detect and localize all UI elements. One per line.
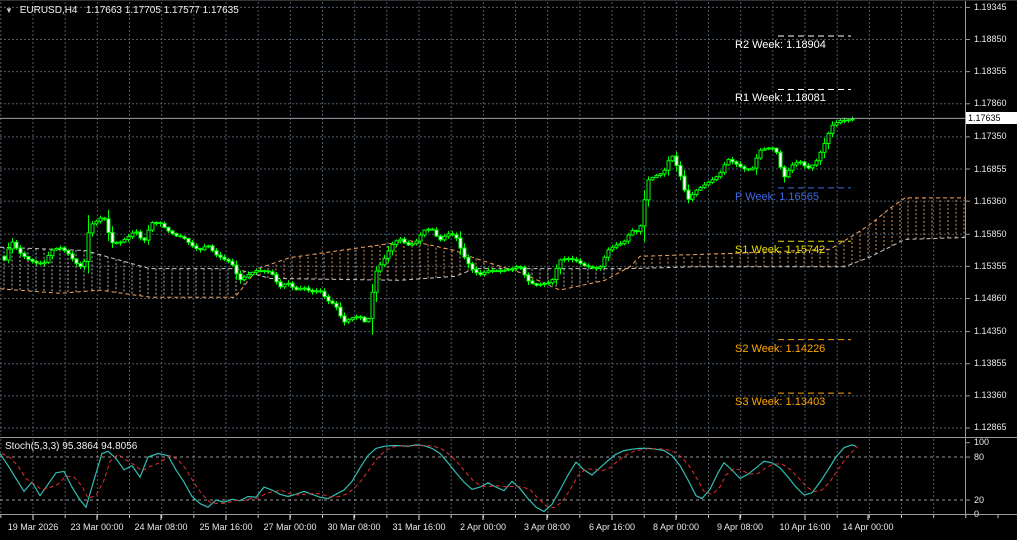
current-price-tag: 1.17635	[966, 112, 1017, 124]
price-axis-label[interactable]: 1.13360	[974, 390, 1007, 401]
pivot-lines	[778, 35, 851, 394]
stoch-main-line	[0, 444, 857, 513]
pivot-label: S3 Week: 1.13403	[735, 396, 826, 409]
stoch-axis-label: 100	[974, 437, 990, 448]
grid	[0, 2, 963, 513]
chart-canvas[interactable]	[0, 1, 1017, 540]
candlesticks	[2, 116, 855, 335]
stochastic-panel[interactable]	[0, 444, 963, 513]
price-axis-label[interactable]: 1.15850	[974, 229, 1007, 240]
pivot-label: P Week: 1.16565	[735, 190, 819, 203]
chart-frame	[0, 1, 1017, 520]
time-axis-label[interactable]: 14 Apr 00:00	[830, 522, 906, 533]
price-axis-label[interactable]: 1.17350	[974, 131, 1007, 142]
stoch-axis-label: 80	[974, 451, 985, 462]
pivot-label: S2 Week: 1.14226	[735, 342, 826, 355]
chart-title: ▼ EURUSD,H4 1.17663 1.17705 1.17577 1.17…	[5, 5, 239, 16]
stoch-axis-label: 0	[974, 508, 980, 519]
pivot-label: S1 Week: 1.15742	[735, 244, 826, 257]
pivot-label: R1 Week: 1.18081	[735, 92, 826, 105]
price-axis-label[interactable]: 1.17860	[974, 98, 1007, 109]
price-axis-label[interactable]: 1.16360	[974, 196, 1007, 207]
price-axis-label[interactable]: 1.12865	[974, 422, 1007, 433]
symbol-dropdown-icon[interactable]: ▼	[5, 6, 13, 15]
price-axis-label[interactable]: 1.13855	[974, 358, 1007, 369]
price-axis-label[interactable]: 1.16855	[974, 164, 1007, 175]
price-axis-label[interactable]: 1.15355	[974, 261, 1007, 272]
stochastic-label: Stoch(5,3,3) 95.3864 94.8056	[5, 441, 138, 452]
price-axis-label[interactable]: 1.14350	[974, 326, 1007, 337]
price-axis-label[interactable]: 1.18850	[974, 34, 1007, 45]
price-axis-label[interactable]: 1.19345	[974, 2, 1007, 13]
price-axis-label[interactable]: 1.14860	[974, 293, 1007, 304]
chart-window: ▼ EURUSD,H4 1.17663 1.17705 1.17577 1.17…	[0, 0, 1017, 540]
stoch-signal-line	[1, 445, 859, 509]
stoch-axis-label: 20	[974, 494, 985, 505]
symbol-label: EURUSD,H4	[19, 5, 78, 16]
pivot-label: R2 Week: 1.18904	[735, 39, 826, 52]
ohlc-values: 1.17663 1.17705 1.17577 1.17635	[85, 5, 239, 16]
price-axis-label[interactable]: 1.18355	[974, 66, 1007, 77]
